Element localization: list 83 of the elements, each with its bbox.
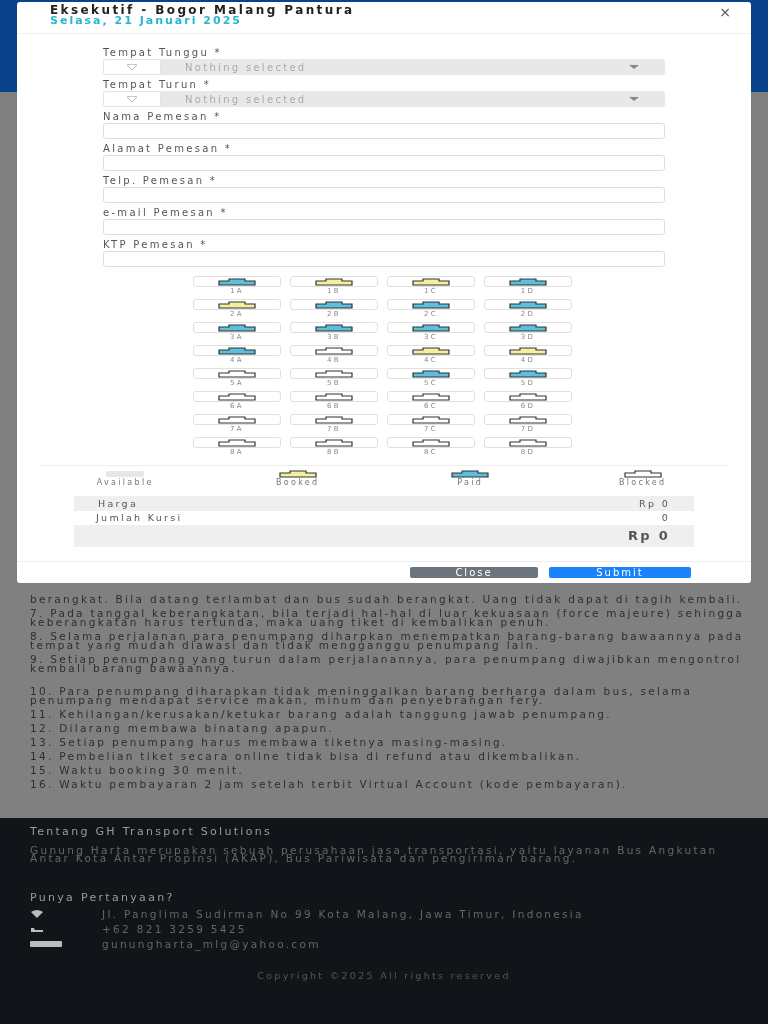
copyright-text: Copyright ©2025 All rights reserved [256, 970, 512, 981]
seat-button[interactable] [387, 322, 475, 333]
seat-button[interactable] [193, 437, 281, 448]
seat-button[interactable] [290, 276, 378, 287]
dialog-title: Eksekutif - Bogor Malang Pantura [50, 5, 355, 16]
field-label: e-mail Pemesan * [103, 209, 229, 217]
term-text: 13. Setiap penumpang harus membawa tiketnya masing-masing. [30, 738, 509, 747]
caret-icon [629, 97, 639, 101]
seat-button[interactable] [484, 437, 572, 448]
field-label: Alamat Pemesan * [103, 145, 234, 153]
seat-button[interactable] [193, 368, 281, 379]
legend-label: Paid [457, 478, 484, 487]
seat-button[interactable] [484, 414, 572, 425]
seat-button[interactable] [484, 322, 572, 333]
seat-button[interactable] [387, 437, 475, 448]
seat-button[interactable] [193, 322, 281, 333]
seat-button[interactable] [387, 368, 475, 379]
seat-button[interactable] [484, 276, 572, 287]
field-label: KTP Pemesan * [103, 241, 209, 249]
seat-button[interactable] [484, 368, 572, 379]
field-label: Tempat Turun * [103, 81, 212, 89]
seat-count-label: Jumlah Kursi [96, 511, 183, 525]
seat-button[interactable] [193, 299, 281, 310]
about-text: Gunung Harta merupakan sebuah perusahaan jasa transportasi, yaitu layanan Bus Angkutan Antar Kota Antar Propinsi (AKAP), Bus Pariwisata dan pengiriman barang. [30, 846, 719, 862]
close-dialog-button[interactable]: Close [410, 567, 538, 578]
seat-button[interactable] [290, 414, 378, 425]
input-field[interactable] [103, 187, 665, 203]
seat-button[interactable] [290, 437, 378, 448]
term-text: 16. Waktu pembayaran 2 jam setelah terbit Virtual Account (kode pembayaran). [30, 780, 629, 789]
seat-button[interactable] [290, 322, 378, 333]
term-text: 15. Waktu booking 30 menit. [30, 766, 246, 775]
seat-button[interactable] [484, 345, 572, 356]
footer-heading: Punya Pertanyaan? [30, 892, 176, 904]
legend-label: Available [96, 478, 154, 487]
location-icon [126, 64, 138, 70]
seat-button[interactable] [290, 368, 378, 379]
term-text: 10. Para penumpang diharapkan tidak meninggalkan barang berharga dalam bus, selama penumpang mendapat service makan, minum dan penyebrangan fery. [30, 687, 694, 705]
seat-button[interactable] [193, 345, 281, 356]
field-label: Telp. Pemesan * [103, 177, 219, 185]
seat-button[interactable] [290, 299, 378, 310]
price-label: Harga [98, 497, 139, 511]
total-price: Rp 0 [627, 527, 670, 545]
term-text: 14. Pembelian tiket secara online tidak bisa di refund atau dikembalikan. [30, 752, 583, 761]
footer-heading: Tentang GH Transport Solutions [30, 826, 274, 838]
term-text: berangkat. Bila datang terlambat dan bus sudah berangkat. Uang tidak dapat di tagih kembali. [30, 595, 744, 604]
select-dropdown[interactable]: Nothing selected [161, 91, 665, 107]
contact-text: +62 821 3259 5425 [102, 925, 248, 933]
input-field[interactable] [103, 155, 665, 171]
input-field[interactable] [103, 251, 665, 267]
seat-button[interactable] [484, 299, 572, 310]
contact-text: Jl. Panglima Sudirman No 99 Kota Malang, Jawa Timur, Indonesia [102, 910, 585, 918]
legend-label: Booked [276, 478, 320, 487]
envelope-icon [30, 941, 62, 947]
term-text: 7. Pada tanggal keberangkatan, bila terjadi hal-hal di luar kekuasaan (force majeure) sehingga keberangkatan harus tertunda, maka uang tiket di kembalikan penuh. [30, 609, 746, 627]
seat-button[interactable] [193, 414, 281, 425]
seat-count-value: 0 [661, 511, 670, 525]
close-button[interactable]: × [719, 5, 731, 19]
seat-button[interactable] [387, 414, 475, 425]
seat-button[interactable] [387, 299, 475, 310]
input-field[interactable] [103, 123, 665, 139]
location-icon [30, 910, 44, 918]
caret-icon [629, 65, 639, 69]
seat-button[interactable] [193, 276, 281, 287]
select-dropdown[interactable]: Nothing selected [161, 59, 665, 75]
term-text: 8. Selama perjalanan para penumpang diharpkan menempatkan barang-barang bawaannya pada tempat yang mudah diawasi dan tidak mengganggu penumpang lain. [30, 632, 745, 650]
legend-label: Blocked [619, 478, 667, 487]
term-text: 11. Kehilangan/kerusakan/ketukar barang adalah tanggung jawab penumpang. [30, 710, 613, 719]
price-value: Rp 0 [639, 497, 670, 511]
term-text: 9. Setiap penumpang yang turun dalam perjalanannya, para penumpang diwajibkan mengontrol kembali barang bawaannya. [30, 655, 743, 673]
input-field[interactable] [103, 219, 665, 235]
field-label: Tempat Tunggu * [103, 49, 223, 57]
seat-button[interactable] [290, 391, 378, 402]
seat-button[interactable] [387, 391, 475, 402]
seat-button[interactable] [387, 276, 475, 287]
seat-button[interactable] [290, 345, 378, 356]
term-text: 12. Dilarang membawa binatang apapun. [30, 724, 335, 733]
dialog-date: Selasa, 21 Januari 2025 [50, 16, 242, 26]
seat-button[interactable] [193, 391, 281, 402]
submit-button[interactable]: Submit [549, 567, 691, 578]
location-icon [126, 96, 138, 102]
seat-button[interactable] [484, 391, 572, 402]
field-label: Nama Pemesan * [103, 113, 223, 121]
seat-button[interactable] [387, 345, 475, 356]
